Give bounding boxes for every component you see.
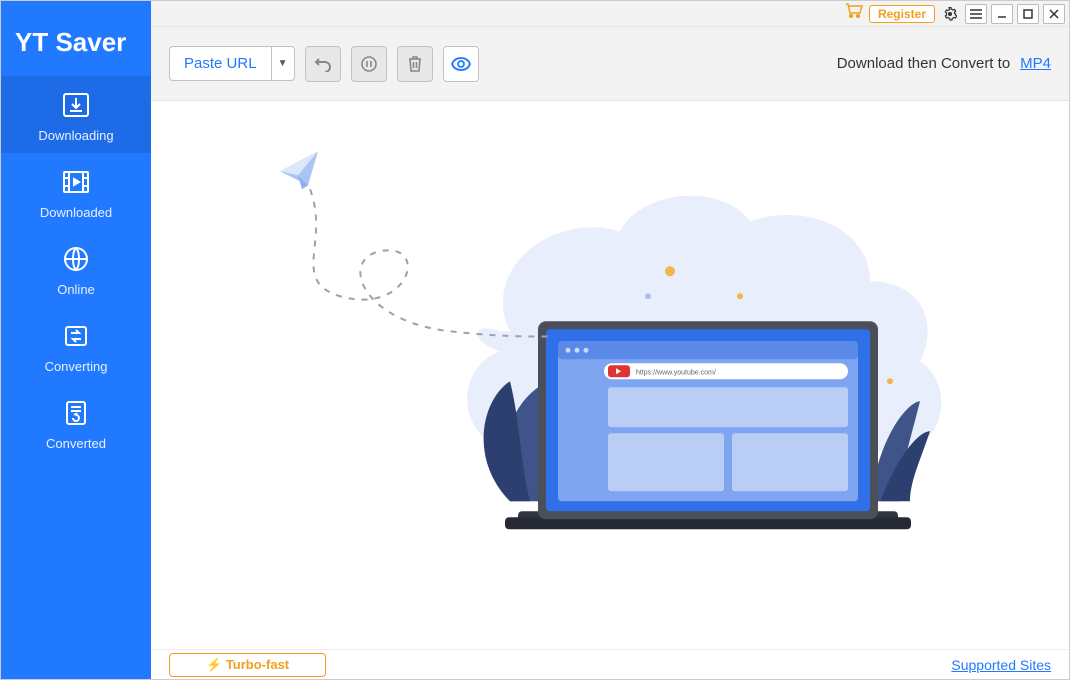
maximize-button[interactable] [1017, 4, 1039, 24]
sidebar: YT Saver Downloading Downloaded Online [1, 1, 151, 679]
empty-state-canvas: https://www.youtube.com/ [151, 101, 1069, 649]
register-button[interactable]: Register [869, 5, 935, 23]
app-logo: YT Saver [1, 1, 151, 76]
undo-button[interactable] [305, 46, 341, 82]
sidebar-item-downloading[interactable]: Downloading [1, 76, 151, 153]
illustration-url: https://www.youtube.com/ [636, 369, 716, 376]
toolbar: Paste URL ▼ Download then Convert to MP4 [151, 27, 1069, 101]
pause-button[interactable] [351, 46, 387, 82]
paste-url-group: Paste URL ▼ [169, 46, 295, 81]
document-refresh-icon [59, 398, 93, 428]
supported-sites-link[interactable]: Supported Sites [951, 657, 1051, 673]
globe-icon [59, 244, 93, 274]
format-select[interactable]: MP4 [1020, 55, 1051, 72]
paste-url-dropdown[interactable]: ▼ [271, 46, 295, 81]
main-area: Register Paste URL ▼ [151, 1, 1069, 679]
empty-state-illustration: https://www.youtube.com/ [250, 141, 970, 566]
filmstrip-icon [59, 167, 93, 197]
settings-icon[interactable] [939, 4, 961, 24]
minimize-button[interactable] [991, 4, 1013, 24]
download-icon [59, 90, 93, 120]
sidebar-item-label: Converting [45, 359, 108, 374]
menu-icon[interactable] [965, 4, 987, 24]
sidebar-item-label: Online [57, 282, 95, 297]
sidebar-item-label: Converted [46, 436, 106, 451]
close-button[interactable] [1043, 4, 1065, 24]
convert-icon [59, 321, 93, 351]
sidebar-item-downloaded[interactable]: Downloaded [1, 153, 151, 230]
delete-button[interactable] [397, 46, 433, 82]
sidebar-item-converting[interactable]: Converting [1, 307, 151, 384]
turbo-fast-button[interactable]: ⚡ Turbo-fast [169, 653, 326, 677]
convert-prefix-label: Download then Convert to [837, 55, 1010, 72]
paste-url-button[interactable]: Paste URL [169, 46, 271, 81]
sidebar-item-label: Downloaded [40, 205, 112, 220]
bolt-icon: ⚡ [206, 657, 222, 672]
sidebar-item-label: Downloading [38, 128, 113, 143]
footer: ⚡ Turbo-fast Supported Sites [151, 649, 1069, 679]
sidebar-item-converted[interactable]: Converted [1, 384, 151, 461]
titlebar: Register [151, 1, 1069, 27]
sidebar-item-online[interactable]: Online [1, 230, 151, 307]
preview-button[interactable] [443, 46, 479, 82]
cart-icon[interactable] [845, 3, 863, 24]
